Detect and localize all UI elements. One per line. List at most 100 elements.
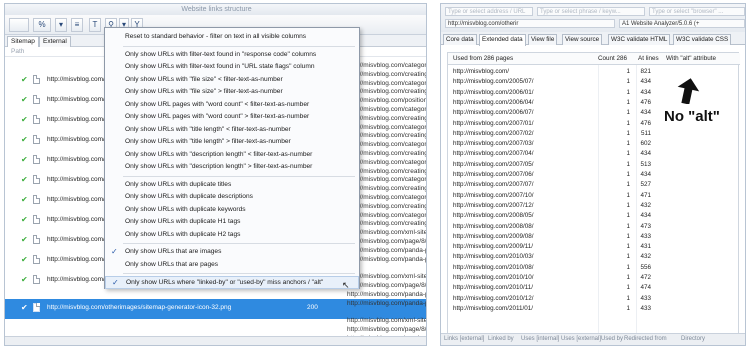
table-row[interactable]: http://misvblog.com/2007/05/1 513: [448, 160, 740, 170]
bottom-tab[interactable]: Redirected from: [624, 336, 667, 342]
column-header-at-lines[interactable]: At lines: [638, 55, 659, 62]
table-row[interactable]: http://misvblog.com/2010/12/1 433: [448, 294, 740, 304]
bottom-tab[interactable]: Used by: [601, 336, 623, 342]
file-icon: [33, 95, 40, 104]
table-row[interactable]: http://misvblog.com/2007/03/1 602: [448, 139, 740, 149]
table-row[interactable]: http://misvblog.com/2007/02/1 511: [448, 129, 740, 139]
table-row[interactable]: http://misvblog.com/2008/08/1 473: [448, 222, 740, 232]
arrow-up-icon: [677, 78, 700, 104]
cell-count: 1: [626, 191, 630, 199]
menu-item[interactable]: Only show URLs with "description length"…: [105, 161, 359, 174]
tab-external[interactable]: External: [39, 36, 71, 47]
table-row[interactable]: http://misvblog.com/2007/07/1 527: [448, 180, 740, 190]
column-header-used-from[interactable]: Used from 286 pages: [453, 55, 513, 62]
table-row[interactable]: http://misvblog.com/2007/04/1 434: [448, 149, 740, 159]
cell-url: http://misvblog.com/2007/01/: [453, 119, 534, 127]
menu-item[interactable]: Reset to standard behavior - filter on t…: [105, 31, 359, 44]
file-icon: [33, 155, 40, 164]
check-icon: ✔: [21, 215, 28, 224]
menu-item[interactable]: Only show URLs that are pages: [105, 259, 359, 272]
menu-item[interactable]: Only show URLs with duplicate titles: [105, 179, 359, 192]
menu-item[interactable]: Only show URLs with "file size" > filter…: [105, 86, 359, 99]
bottom-tab[interactable]: Links [external]: [444, 336, 484, 342]
toolbar-button[interactable]: [9, 18, 29, 32]
toolbar-dropdown[interactable]: ▾: [55, 18, 67, 32]
menu-item-label: Only show URLs with filter-text found in…: [125, 50, 317, 58]
menu-item[interactable]: Only show URL pages with "word count" > …: [105, 111, 359, 124]
table-row[interactable]: http://misvblog.com/2010/11/1 474: [448, 283, 740, 293]
menu-item-label: Only show URLs with "title length" > fil…: [125, 138, 291, 145]
cell-url: http://misvblog.com/2007/05/: [453, 160, 534, 168]
cell-at-lines: 434: [640, 212, 651, 220]
row-url: http://misvblog.com/: [47, 156, 105, 163]
left-scrollbar[interactable]: [5, 336, 426, 345]
browser-input[interactable]: Type or select "browser" ...: [649, 7, 745, 16]
table-row[interactable]: http://misvblog.com/2010/03/1 432: [448, 252, 740, 262]
cell-at-lines: 433: [640, 304, 651, 312]
menu-item[interactable]: Only show URLs with duplicate keywords: [105, 204, 359, 217]
tab-w3c-validate-css[interactable]: W3C validate CSS: [673, 34, 732, 45]
tab-view-file[interactable]: View file: [528, 34, 558, 45]
cell-url: http://misvblog.com/: [453, 68, 509, 75]
cell-count: 1: [626, 160, 630, 168]
columns-icon[interactable]: ≡: [71, 18, 83, 32]
current-url-field[interactable]: http://misvblog.com/otherir: [445, 19, 615, 28]
table-row[interactable]: http://misvblog.com/1 821: [448, 67, 740, 77]
tab-extended-data[interactable]: Extended data: [479, 34, 526, 46]
table-row[interactable]: http://misvblog.com/2008/05/1 434: [448, 211, 740, 221]
tab-sitemap[interactable]: Sitemap: [7, 36, 39, 47]
menu-item[interactable]: Only show URLs with "description length"…: [105, 149, 359, 162]
tab-core-data[interactable]: Core data: [443, 34, 477, 45]
menu-item[interactable]: Only show URLs with "title length" < fil…: [105, 124, 359, 137]
cell-at-lines: 431: [640, 243, 651, 251]
tab-w3c-validate-html[interactable]: W3C validate HTML: [608, 34, 671, 45]
bottom-tab[interactable]: Uses [external]: [561, 336, 601, 342]
table-row[interactable]: http://misvblog.com/2011/01/1 433: [448, 304, 740, 314]
cell-at-lines: 433: [640, 294, 651, 302]
menu-item[interactable]: Only show URLs with "title length" > fil…: [105, 136, 359, 149]
phrase-input[interactable]: Type or select phrase / keyw...: [537, 7, 645, 16]
menu-item[interactable]: Only show URLs with duplicate H1 tags: [105, 216, 359, 229]
table-row[interactable]: http://misvblog.com/2007/06/1 434: [448, 170, 740, 180]
menu-item[interactable]: Only show URL pages with "word count" < …: [105, 99, 359, 112]
cell-url: http://misvblog.com/2007/12/: [453, 201, 534, 209]
bottom-tab[interactable]: Linked by: [488, 336, 514, 342]
cell-count: 1: [626, 150, 630, 158]
table-row[interactable]: http://misvblog.com/2010/08/1 556: [448, 263, 740, 273]
menu-separator: [123, 45, 355, 47]
menu-item[interactable]: Only show URLs with duplicate descriptio…: [105, 191, 359, 204]
column-header-alt[interactable]: With "alt" attribute: [666, 55, 716, 62]
cell-count: 1: [626, 222, 630, 230]
menu-item[interactable]: Only show URLs with duplicate H2 tags: [105, 229, 359, 242]
user-agent-field[interactable]: A1 Website Analyzer/5.0.6 (+: [619, 19, 745, 28]
cell-url: http://misvblog.com/2011/01/: [453, 304, 534, 312]
table-row[interactable]: http://misvblog.com/2010/10/1 472: [448, 273, 740, 283]
bottom-tab[interactable]: Uses [internal]: [521, 336, 559, 342]
check-icon: ✔: [21, 255, 28, 264]
bottom-tabs: Links [external] Linked by Uses [internal]…: [441, 333, 745, 345]
file-icon: [33, 135, 40, 144]
cell-url: http://misvblog.com/2008/08/: [453, 222, 534, 230]
check-icon: ✔: [21, 195, 28, 204]
menu-item[interactable]: ✓ Only show URLs where "linked-by" or "us…: [105, 276, 359, 289]
column-header-count[interactable]: Count 286: [598, 55, 627, 62]
text-icon[interactable]: T: [89, 18, 101, 32]
row-url: http://misvblog.com/: [47, 176, 105, 183]
bottom-tab[interactable]: Directory: [681, 336, 705, 342]
cell-at-lines: 434: [640, 88, 651, 96]
table-row[interactable]: http://misvblog.com/2009/08/1 433: [448, 232, 740, 242]
table-row[interactable]: http://misvblog.com/2007/10/1 471: [448, 191, 740, 201]
menu-item[interactable]: Only show URLs with filter-text found in…: [105, 61, 359, 74]
menu-item[interactable]: Only show URLs with filter-text found in…: [105, 49, 359, 62]
tab-view-source[interactable]: View source: [562, 34, 603, 45]
address-input[interactable]: Type or select address / URL: [445, 7, 533, 16]
menu-item[interactable]: Only show URLs with "file size" < filter…: [105, 74, 359, 87]
percent-button[interactable]: %: [33, 18, 51, 32]
cell-at-lines: 821: [640, 68, 651, 75]
menu-item[interactable]: ✓ Only show URLs that are images: [105, 246, 359, 259]
menu-item-label: Only show URL pages with "word count" < …: [125, 100, 310, 108]
cell-url: http://misvblog.com/2007/06/: [453, 171, 534, 178]
table-row[interactable]: http://misvblog.com/2007/12/1 432: [448, 201, 740, 211]
menu-item-label: Only show URLs with "file size" > filter…: [125, 88, 283, 95]
table-row[interactable]: http://misvblog.com/2009/11/1 431: [448, 242, 740, 252]
